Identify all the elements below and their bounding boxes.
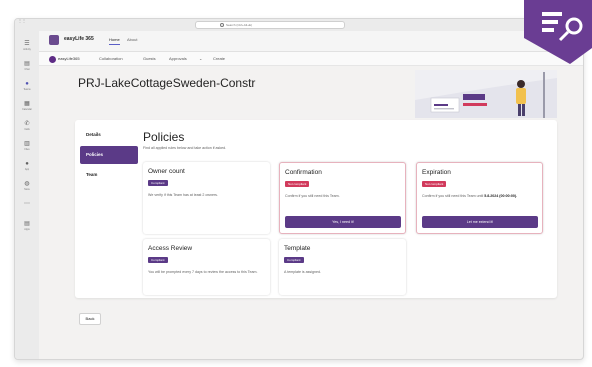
status-badge: Not compliant xyxy=(285,181,310,187)
policies-title: Policies xyxy=(143,130,185,144)
rail-label: Calls xyxy=(24,128,30,131)
policy-card-access-review: Access Review Compliant You will be prom… xyxy=(143,239,270,295)
rail-label: Files xyxy=(24,148,30,151)
search-input[interactable]: Search (Ctrl+Alt+E) xyxy=(195,21,345,29)
top-nav: easyLife365 Collaboration Guests Approva… xyxy=(39,52,583,66)
header-illustration xyxy=(415,70,557,118)
rail-item[interactable]: ☰ Activity xyxy=(21,41,33,53)
tab-about[interactable]: About xyxy=(127,37,137,42)
back-button[interactable]: Back xyxy=(79,313,101,325)
policies-panel: Details Policies Team Policies Find all … xyxy=(75,120,557,298)
rail-item[interactable]: ● App xyxy=(21,161,33,173)
status-badge: Compliant xyxy=(148,257,168,263)
tabs-bar: easyLife 365 Home About xyxy=(39,31,583,52)
rail-item[interactable]: ▦ Calendar xyxy=(21,101,33,113)
policy-description: We verify if this Team has at least 2 ow… xyxy=(148,193,218,197)
nav-collaboration[interactable]: Collaboration xyxy=(99,56,123,61)
extend-button[interactable]: Let me extend it! xyxy=(422,216,538,228)
policy-description: Confirm if you still need this Team. xyxy=(285,194,340,198)
policy-title: Expiration xyxy=(422,169,451,176)
policy-description: You will be prompted every 7 days to rev… xyxy=(148,270,258,274)
rail-label: Store xyxy=(24,188,30,191)
chat-icon: ▤ xyxy=(24,61,30,67)
teams-icon: ● xyxy=(25,81,29,87)
rail-item[interactable]: ● Teams xyxy=(21,81,33,93)
brand-name: easyLife365 xyxy=(58,56,80,61)
calendar-icon: ▦ xyxy=(24,101,30,107)
search-placeholder: Search (Ctrl+Alt+E) xyxy=(226,23,253,27)
tab-home[interactable]: Home xyxy=(109,37,120,45)
confirm-need-button[interactable]: Yes, I need it! xyxy=(285,216,401,228)
expiration-desc-text: Confirm if you still need this Team unti… xyxy=(422,194,484,198)
files-icon: ▥ xyxy=(24,141,30,147)
easylife-logo xyxy=(49,56,56,63)
rail-item[interactable]: ◍ Store xyxy=(21,181,33,193)
brand-corner-icon xyxy=(524,0,592,64)
policy-title: Template xyxy=(284,245,311,252)
status-badge: Compliant xyxy=(284,257,304,263)
policy-description: Confirm if you still need this Team unti… xyxy=(422,194,537,199)
policies-subtitle: Find all applied rules below and take ac… xyxy=(143,146,227,150)
expiration-date: 5.8.2024 (00:00:00). xyxy=(484,194,518,198)
nav-guests[interactable]: Guests xyxy=(143,56,156,61)
status-badge: Compliant xyxy=(148,180,168,186)
rail-label: Teams xyxy=(23,88,31,91)
side-nav: Details Policies Team xyxy=(80,126,138,186)
rail-item[interactable]: ⋯ xyxy=(21,201,33,213)
policy-title: Confirmation xyxy=(285,169,322,176)
rail-item[interactable]: ✆ Calls xyxy=(21,121,33,133)
rail-label: Calendar xyxy=(22,108,32,111)
apps-icon: ▤ xyxy=(24,221,30,227)
calls-icon: ✆ xyxy=(24,121,30,127)
policy-card-confirmation: Confirmation Not compliant Confirm if yo… xyxy=(279,162,406,234)
rail-item[interactable]: ▤ Chat xyxy=(21,61,33,73)
policy-description: A template is assigned. xyxy=(284,270,321,274)
rail-item[interactable]: ▤ Apps xyxy=(21,221,33,233)
sidenav-team[interactable]: Team xyxy=(80,166,138,184)
policy-card-owner-count: Owner count Compliant We verify if this … xyxy=(143,162,270,234)
chevron-down-icon[interactable]: ⌄ xyxy=(199,56,202,61)
app-title: easyLife 365 xyxy=(64,36,94,42)
rail-label: App xyxy=(24,168,30,171)
store-icon: ◍ xyxy=(24,181,30,187)
policy-card-expiration: Expiration Not compliant Confirm if you … xyxy=(416,162,543,234)
rail-item[interactable]: ▥ Files xyxy=(21,141,33,153)
policy-title: Access Review xyxy=(148,245,193,252)
rail-label: Activity xyxy=(23,48,31,51)
app-grid-icon[interactable]: ⋮⋮ xyxy=(18,19,26,23)
rail-label: Chat xyxy=(24,68,30,71)
policy-title: Owner count xyxy=(148,168,185,175)
policy-card-template: Template Compliant A template is assigne… xyxy=(279,239,406,295)
nav-create[interactable]: Create xyxy=(213,56,225,61)
search-icon xyxy=(220,23,224,27)
more-icon: ⋯ xyxy=(24,201,30,207)
activity-icon: ☰ xyxy=(24,41,30,47)
title-bar: ⋮⋮ Search (Ctrl+Alt+E) xyxy=(15,19,583,31)
status-badge: Not compliant xyxy=(422,181,447,187)
rail-label: Apps xyxy=(24,228,30,231)
app-icon: ● xyxy=(25,161,29,167)
nav-approvals[interactable]: Approvals xyxy=(169,56,187,61)
sidenav-policies[interactable]: Policies xyxy=(80,146,138,164)
sidenav-details[interactable]: Details xyxy=(80,126,138,144)
app-avatar xyxy=(49,35,59,45)
app-rail: ☰ Activity ▤ Chat ● Teams ▦ Calendar ✆ Calls ▥ File… xyxy=(15,31,39,359)
page-title: PRJ-LakeCottageSweden-Constr xyxy=(78,76,256,90)
